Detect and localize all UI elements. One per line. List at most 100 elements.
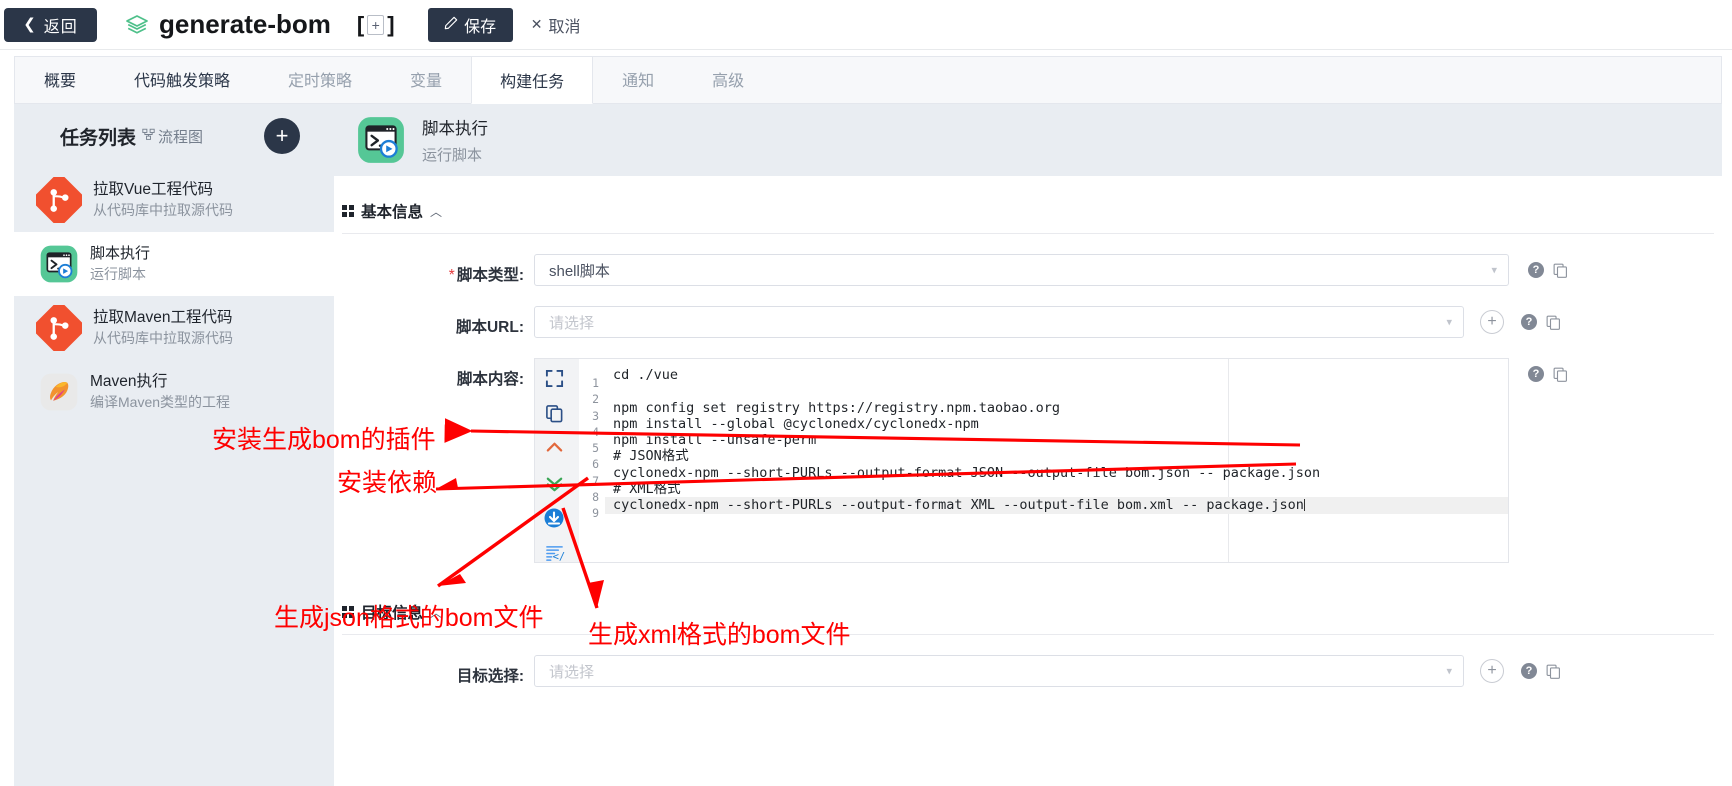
task-item-desc: 运行脚本 bbox=[90, 265, 146, 282]
code-line: cyclonedx-npm --short-PURLs --output-for… bbox=[613, 464, 1321, 481]
script-type-field-area: shell脚本 ▾ bbox=[534, 254, 1509, 286]
top-header-bar: ❮ 返回 generate-bom [ + ] 保存 ✕ 取消 bbox=[0, 0, 1732, 50]
tab-build-tasks[interactable]: 构建任务 bbox=[471, 56, 594, 104]
add-script-url-button[interactable]: + bbox=[1480, 310, 1504, 334]
tab-advanced[interactable]: 高级 bbox=[683, 55, 773, 103]
question-mark-icon[interactable]: ? bbox=[1521, 314, 1537, 330]
section-divider bbox=[342, 634, 1714, 635]
add-task-button[interactable]: + bbox=[264, 118, 300, 154]
task-list-header: 任务列表 流程图 + bbox=[14, 104, 334, 168]
code-line-text: cyclonedx-npm --short-PURLs --output-for… bbox=[613, 497, 1304, 514]
script-content-field-area: </> 1 2 3 bbox=[534, 358, 1509, 563]
task-detail-header: 脚本执行 运行脚本 bbox=[334, 104, 1722, 176]
back-button[interactable]: ❮ 返回 bbox=[4, 7, 97, 42]
task-item-text: 拉取Vue工程代码 从代码库中拉取源代码 bbox=[93, 180, 233, 220]
format-code-icon[interactable]: </> bbox=[541, 540, 567, 566]
form-row-target-select: 目标选择: 请选择 ▾ + ? bbox=[334, 655, 1722, 687]
script-content-editor[interactable]: </> 1 2 3 bbox=[534, 358, 1509, 563]
tab-overview[interactable]: 概要 bbox=[15, 55, 105, 103]
chevron-down-icon: ▾ bbox=[1491, 264, 1497, 277]
copy-icon[interactable] bbox=[1553, 367, 1568, 382]
git-branch-icon bbox=[33, 302, 85, 354]
section-header-target-info[interactable]: 目标信息 ︿ bbox=[342, 601, 1722, 623]
cancel-button-label: 取消 bbox=[548, 18, 581, 36]
terminal-play-icon bbox=[356, 115, 406, 165]
line-number: 3 bbox=[592, 408, 599, 423]
grid-squares-icon bbox=[342, 205, 354, 217]
code-line: npm install --global @cyclonedx/cycloned… bbox=[613, 415, 979, 432]
copy-icon[interactable] bbox=[1553, 263, 1568, 278]
layers-stack-icon bbox=[125, 13, 149, 37]
copy-icon[interactable] bbox=[541, 400, 567, 426]
task-detail-subtitle: 运行脚本 bbox=[422, 147, 483, 164]
code-line: # XML格式 bbox=[613, 481, 681, 498]
expand-icon[interactable] bbox=[541, 365, 567, 391]
code-lines-wrapper: 1 2 3 4 5 6 7 8 9 cd ./vue npm config se… bbox=[579, 367, 1508, 520]
target-select-help-actions: ? bbox=[1521, 655, 1561, 679]
section-header-basic-info[interactable]: 基本信息 ︿ bbox=[342, 200, 1722, 222]
form-row-script-url: 脚本URL: 请选择 ▾ + ? bbox=[334, 306, 1722, 338]
script-url-select[interactable]: 请选择 ▾ bbox=[534, 306, 1464, 338]
task-list-item-maven-exec[interactable]: Maven执行 编译Maven类型的工程 bbox=[14, 360, 334, 424]
collapse-down-icon[interactable] bbox=[541, 470, 567, 496]
tab-notifications[interactable]: 通知 bbox=[593, 55, 683, 103]
section-divider bbox=[342, 233, 1714, 234]
task-list-item-pull-vue[interactable]: 拉取Vue工程代码 从代码库中拉取源代码 bbox=[14, 168, 334, 232]
chevron-up-icon[interactable]: ︿ bbox=[430, 604, 442, 621]
line-number: 6 bbox=[592, 457, 599, 472]
code-line: # JSON格式 bbox=[613, 448, 689, 465]
task-item-text: 拉取Maven工程代码 从代码库中拉取源代码 bbox=[93, 308, 233, 348]
code-line: npm install --unsafe-perm bbox=[613, 432, 817, 449]
editor-gutter-toolbar: </> bbox=[535, 359, 579, 563]
text-cursor bbox=[1303, 499, 1305, 512]
code-line-active: cyclonedx-npm --short-PURLs --output-for… bbox=[605, 497, 1508, 514]
script-type-actions: ? bbox=[1528, 254, 1568, 278]
task-list-item-script-exec[interactable]: 脚本执行 运行脚本 bbox=[14, 232, 334, 296]
task-detail-titles: 脚本执行 运行脚本 bbox=[422, 115, 488, 165]
script-type-value: shell脚本 bbox=[549, 262, 610, 280]
script-content-actions: ? bbox=[1528, 358, 1568, 382]
bracket-right: ] bbox=[387, 11, 395, 37]
form-row-script-type: * 脚本类型: shell脚本 ▾ ? bbox=[334, 254, 1722, 286]
tab-schedule[interactable]: 定时策略 bbox=[259, 55, 381, 103]
chevron-left-icon: ❮ bbox=[23, 16, 37, 33]
cancel-button[interactable]: ✕ 取消 bbox=[512, 7, 599, 42]
line-number: 5 bbox=[592, 441, 599, 456]
line-number: 4 bbox=[592, 424, 599, 439]
target-select-dropdown[interactable]: 请选择 ▾ bbox=[534, 655, 1464, 687]
terminal-play-icon bbox=[39, 244, 79, 284]
line-number: 1 bbox=[592, 376, 599, 390]
code-text-area[interactable]: 1 2 3 4 5 6 7 8 9 cd ./vue npm config se… bbox=[579, 359, 1508, 562]
project-title-group: generate-bom bbox=[125, 9, 331, 40]
task-detail-panel: 脚本执行 运行脚本 基本信息 ︿ * 脚本类型: shell脚本 ▾ ? 脚本U… bbox=[334, 104, 1722, 786]
task-list-item-pull-maven[interactable]: 拉取Maven工程代码 从代码库中拉取源代码 bbox=[14, 296, 334, 360]
collapse-up-icon[interactable] bbox=[541, 435, 567, 461]
code-line: cd ./vue bbox=[613, 367, 679, 383]
task-item-desc: 编译Maven类型的工程 bbox=[90, 394, 231, 411]
maven-feather-icon bbox=[39, 372, 79, 412]
copy-icon[interactable] bbox=[1546, 664, 1561, 679]
chevron-up-icon[interactable]: ︿ bbox=[430, 203, 442, 220]
add-stage-bracket: [ + ] bbox=[357, 12, 395, 38]
add-plus-button[interactable]: + bbox=[367, 14, 385, 35]
question-mark-icon[interactable]: ? bbox=[1521, 663, 1537, 679]
download-icon[interactable] bbox=[541, 505, 567, 531]
task-item-text: 脚本执行 运行脚本 bbox=[90, 244, 150, 283]
task-item-desc: 从代码库中拉取源代码 bbox=[93, 330, 233, 347]
editor-tools: </> bbox=[541, 365, 567, 566]
tab-code-trigger[interactable]: 代码触发策略 bbox=[105, 55, 259, 103]
question-mark-icon[interactable]: ? bbox=[1528, 366, 1544, 382]
task-list-title: 任务列表 bbox=[60, 127, 137, 149]
script-type-label: * 脚本类型: bbox=[334, 254, 534, 285]
tab-variables[interactable]: 变量 bbox=[381, 55, 471, 103]
task-item-desc: 从代码库中拉取源代码 bbox=[93, 202, 233, 219]
content-area: 任务列表 流程图 + 拉取Vue工程代码 从代码库中拉取源代码 脚本执行 运行脚… bbox=[14, 104, 1722, 786]
copy-icon[interactable] bbox=[1546, 315, 1561, 330]
script-type-select[interactable]: shell脚本 ▾ bbox=[534, 254, 1509, 286]
line-number: 7 bbox=[592, 473, 599, 488]
page-title: generate-bom bbox=[159, 9, 331, 39]
add-target-button[interactable]: + bbox=[1480, 659, 1504, 683]
question-mark-icon[interactable]: ? bbox=[1528, 262, 1544, 278]
save-button[interactable]: 保存 bbox=[427, 7, 513, 42]
flow-chart-link[interactable]: 流程图 bbox=[142, 126, 203, 147]
